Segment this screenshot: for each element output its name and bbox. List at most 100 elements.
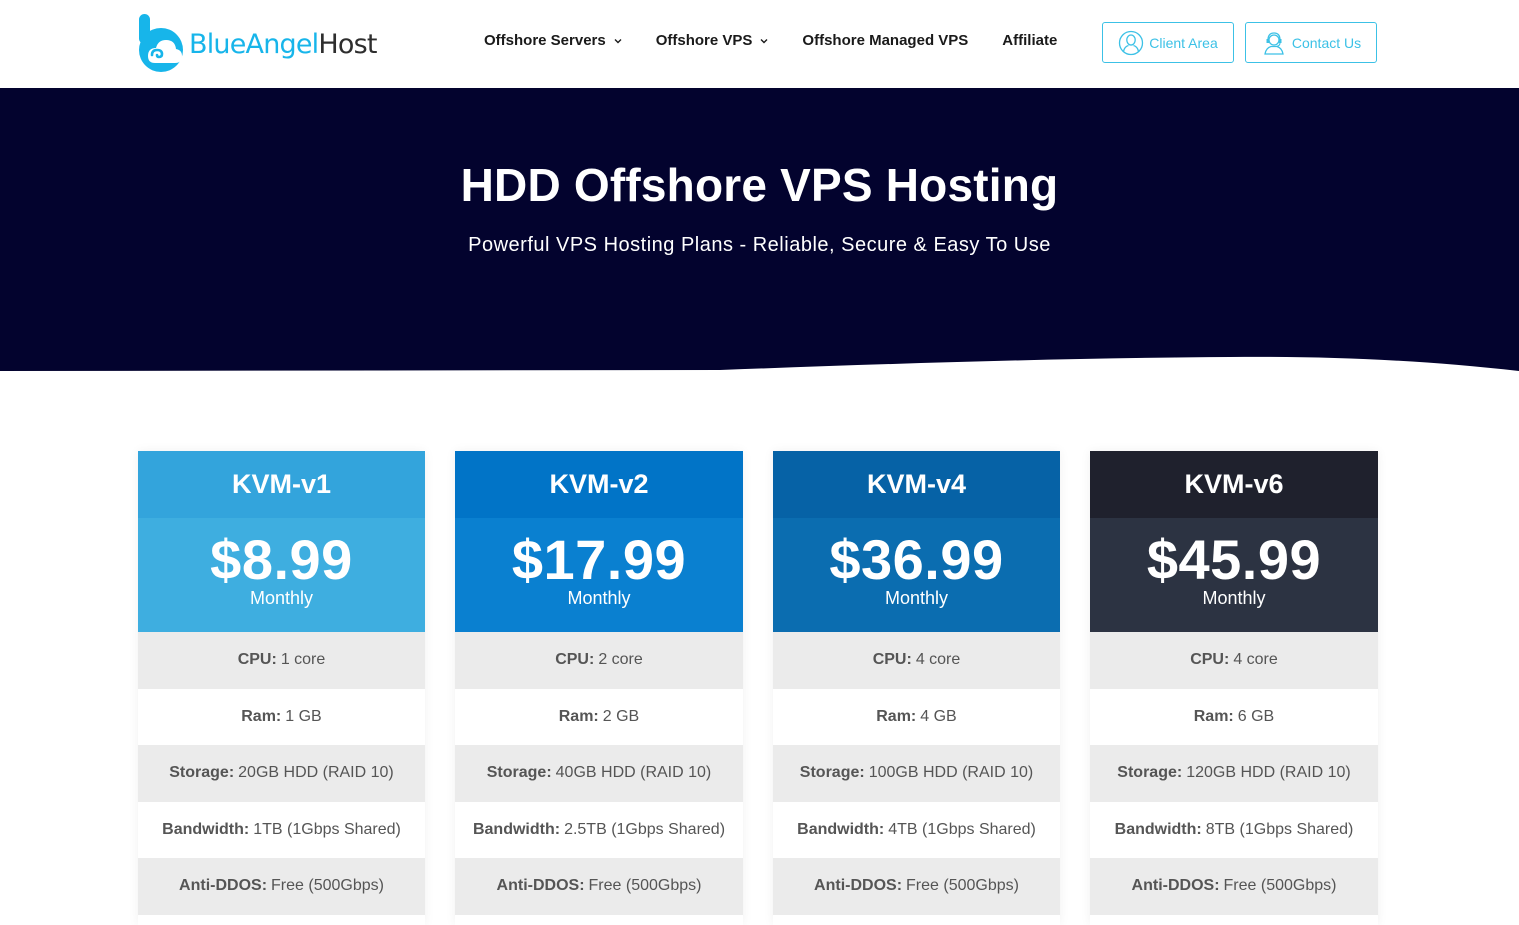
plan-name: KVM-v6 [1090, 451, 1378, 518]
feature-value: 40GB HDD (RAID 10) [556, 764, 712, 782]
feature-value: 4TB (1Gbps Shared) [888, 821, 1036, 839]
plan-period: Monthly [773, 588, 1060, 608]
feature-label: Ram: [1194, 708, 1234, 726]
plan-card-kvm-v2: KVM-v2 $17.99 Monthly CPU:2 core Ram:2 G… [455, 451, 743, 925]
plan-card-kvm-v4: KVM-v4 $36.99 Monthly CPU:4 core Ram:4 G… [773, 451, 1060, 925]
plan-price: $17.99 [455, 530, 743, 590]
feature-storage: Storage:100GB HDD (RAID 10) [773, 745, 1060, 802]
feature-anti-ddos: Anti-DDOS:Free (500Gbps) [1090, 858, 1378, 915]
feature-value: 2.5TB (1Gbps Shared) [564, 821, 725, 839]
feature-row-partial [138, 915, 425, 925]
feature-row-partial [1090, 915, 1378, 925]
feature-label: Ram: [876, 708, 916, 726]
nav-affiliate[interactable]: Affiliate [1002, 32, 1057, 49]
feature-bandwidth: Bandwidth:8TB (1Gbps Shared) [1090, 802, 1378, 859]
nav-label: Offshore Managed VPS [802, 32, 968, 49]
headset-agent-icon [1261, 30, 1287, 56]
feature-label: Storage: [800, 764, 865, 782]
site-header: BlueAngelHost Offshore Servers Offshore … [0, 0, 1519, 88]
feature-storage: Storage:40GB HDD (RAID 10) [455, 745, 743, 802]
plan-features: CPU:2 core Ram:2 GB Storage:40GB HDD (RA… [455, 632, 743, 925]
feature-label: Storage: [1117, 764, 1182, 782]
feature-label: Anti-DDOS: [1132, 877, 1220, 895]
plan-period: Monthly [1090, 588, 1378, 608]
feature-storage: Storage:120GB HDD (RAID 10) [1090, 745, 1378, 802]
feature-bandwidth: Bandwidth:1TB (1Gbps Shared) [138, 802, 425, 859]
feature-anti-ddos: Anti-DDOS:Free (500Gbps) [138, 858, 425, 915]
main-nav: Offshore Servers Offshore VPS Offshore M… [484, 32, 1057, 49]
feature-value: Free (500Gbps) [906, 877, 1019, 895]
plan-name: KVM-v2 [455, 451, 743, 518]
plan-name: KVM-v1 [138, 451, 425, 518]
feature-label: Anti-DDOS: [814, 877, 902, 895]
plan-price-block: $8.99 Monthly [138, 518, 425, 632]
feature-value: 20GB HDD (RAID 10) [238, 764, 394, 782]
nav-offshore-servers[interactable]: Offshore Servers [484, 32, 622, 49]
feature-value: Free (500Gbps) [1224, 877, 1337, 895]
page-title: HDD Offshore VPS Hosting [0, 158, 1519, 212]
feature-value: 8TB (1Gbps Shared) [1206, 821, 1354, 839]
feature-value: 6 GB [1238, 708, 1274, 726]
feature-label: Bandwidth: [1115, 821, 1202, 839]
feature-value: 2 GB [603, 708, 639, 726]
feature-value: Free (500Gbps) [271, 877, 384, 895]
feature-label: CPU: [238, 651, 277, 669]
plan-card-kvm-v1: KVM-v1 $8.99 Monthly CPU:1 core Ram:1 GB… [138, 451, 425, 925]
feature-cpu: CPU:1 core [138, 632, 425, 689]
hero-banner [0, 88, 1519, 371]
brand-name: BlueAngelHost [189, 29, 377, 60]
client-area-button[interactable]: Client Area [1102, 22, 1234, 63]
feature-label: Ram: [241, 708, 281, 726]
feature-label: Storage: [169, 764, 234, 782]
feature-label: Storage: [487, 764, 552, 782]
feature-value: 2 core [598, 651, 642, 669]
contact-us-label: Contact Us [1292, 35, 1361, 51]
pricing-plans: KVM-v1 $8.99 Monthly CPU:1 core Ram:1 GB… [138, 451, 1378, 925]
feature-ram: Ram:1 GB [138, 689, 425, 746]
feature-value: 100GB HDD (RAID 10) [869, 764, 1034, 782]
chevron-down-icon [760, 37, 768, 45]
feature-ram: Ram:6 GB [1090, 689, 1378, 746]
feature-value: 1TB (1Gbps Shared) [253, 821, 401, 839]
plan-price: $36.99 [773, 530, 1060, 590]
plan-period: Monthly [455, 588, 743, 608]
feature-value: 1 core [281, 651, 325, 669]
feature-ram: Ram:4 GB [773, 689, 1060, 746]
feature-label: CPU: [555, 651, 594, 669]
feature-label: Ram: [559, 708, 599, 726]
brand-name-part1: BlueAngel [189, 29, 318, 60]
brand-name-part2: Host [318, 29, 376, 60]
contact-us-button[interactable]: Contact Us [1245, 22, 1377, 63]
page-subtitle: Powerful VPS Hosting Plans - Reliable, S… [0, 234, 1519, 257]
plan-name: KVM-v4 [773, 451, 1060, 518]
plan-period: Monthly [138, 588, 425, 608]
plan-features: CPU:4 core Ram:6 GB Storage:120GB HDD (R… [1090, 632, 1378, 925]
feature-cpu: CPU:2 core [455, 632, 743, 689]
feature-bandwidth: Bandwidth:2.5TB (1Gbps Shared) [455, 802, 743, 859]
feature-label: Anti-DDOS: [179, 877, 267, 895]
feature-cpu: CPU:4 core [773, 632, 1060, 689]
nav-label: Offshore VPS [656, 32, 753, 49]
feature-cpu: CPU:4 core [1090, 632, 1378, 689]
feature-label: Bandwidth: [473, 821, 560, 839]
feature-value: 1 GB [285, 708, 321, 726]
client-area-label: Client Area [1149, 35, 1217, 51]
plan-card-kvm-v6: KVM-v6 $45.99 Monthly CPU:4 core Ram:6 G… [1090, 451, 1378, 925]
plan-price: $45.99 [1090, 530, 1378, 590]
feature-label: CPU: [1190, 651, 1229, 669]
feature-label: CPU: [873, 651, 912, 669]
hero-wave-divider [0, 340, 1519, 380]
brand-logo[interactable]: BlueAngelHost [137, 14, 377, 74]
plan-price-block: $45.99 Monthly [1090, 518, 1378, 632]
plan-features: CPU:4 core Ram:4 GB Storage:100GB HDD (R… [773, 632, 1060, 925]
feature-row-partial [773, 915, 1060, 925]
plan-price-block: $36.99 Monthly [773, 518, 1060, 632]
nav-offshore-vps[interactable]: Offshore VPS [656, 32, 769, 49]
user-circle-icon [1118, 30, 1144, 56]
feature-label: Bandwidth: [797, 821, 884, 839]
feature-row-partial [455, 915, 743, 925]
cloud-logo-icon [137, 14, 185, 74]
feature-storage: Storage:20GB HDD (RAID 10) [138, 745, 425, 802]
nav-offshore-managed-vps[interactable]: Offshore Managed VPS [802, 32, 968, 49]
plan-features: CPU:1 core Ram:1 GB Storage:20GB HDD (RA… [138, 632, 425, 925]
